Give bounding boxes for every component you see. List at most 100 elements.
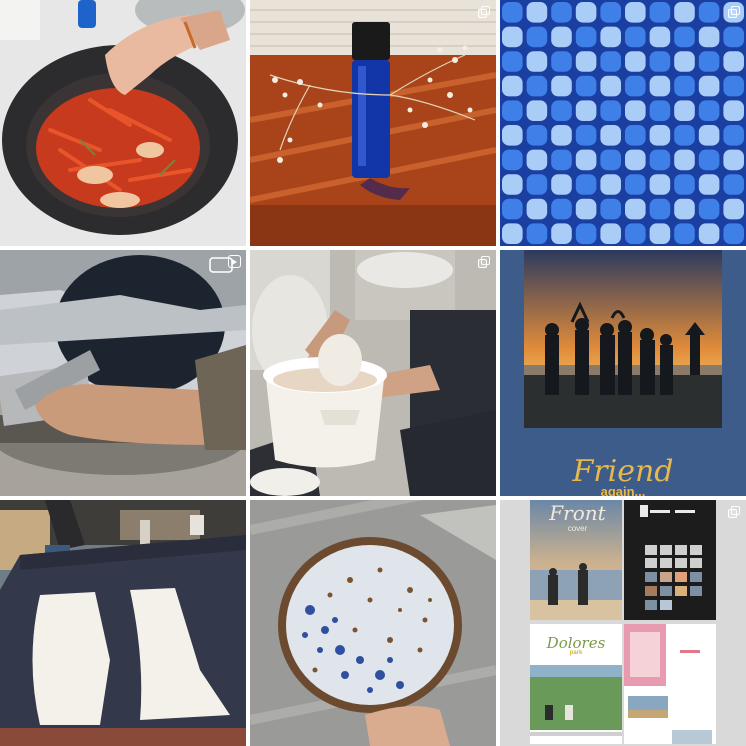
post-front-cover-layout[interactable]: Front cover Dolores park — [500, 500, 746, 746]
pattern-tile — [526, 2, 548, 23]
pattern-tile — [698, 223, 720, 244]
pattern-tile — [502, 75, 523, 97]
pattern-tile — [502, 198, 523, 220]
pattern-tile — [674, 174, 695, 195]
pattern-tile — [723, 223, 744, 244]
pattern-tile — [575, 2, 597, 23]
ceramic-plate-photo — [250, 500, 496, 746]
pattern-tile — [649, 100, 671, 121]
pattern-tile — [551, 149, 572, 171]
pattern-tile — [575, 223, 597, 244]
pattern-tile — [551, 223, 572, 244]
pattern-tile — [625, 149, 646, 171]
pattern-tile — [526, 198, 548, 220]
pattern-tile — [674, 75, 695, 97]
pattern-tile — [551, 174, 572, 195]
pattern-tile — [600, 223, 621, 244]
pattern-tile — [551, 125, 572, 146]
plaster-mold-photo — [250, 250, 496, 496]
pattern-tile — [526, 51, 548, 72]
carousel-icon — [478, 256, 490, 268]
post-kimchi[interactable] — [0, 0, 246, 246]
pattern-tile — [551, 100, 572, 121]
pattern-tile — [698, 2, 720, 23]
pattern-tile — [526, 100, 548, 121]
pattern-tile — [600, 26, 621, 48]
pattern-tile — [674, 149, 695, 171]
carousel-icon — [728, 6, 740, 18]
pattern-tile — [502, 174, 523, 195]
pattern-tile — [698, 198, 720, 220]
pattern-tile — [502, 100, 523, 121]
pattern-tile — [649, 198, 671, 220]
pattern-tile — [600, 75, 621, 97]
pattern-tile — [600, 174, 621, 195]
pattern-tile — [674, 100, 695, 121]
pattern-tile — [698, 75, 720, 97]
pattern-tile — [600, 149, 621, 171]
miter-saw-photo — [0, 250, 246, 496]
pattern-tile — [575, 198, 597, 220]
pattern-tile — [723, 149, 744, 171]
pattern-tile — [575, 75, 597, 97]
pattern-tile — [625, 100, 646, 121]
layout-front-subtitle: cover — [567, 524, 588, 533]
pattern-tile — [723, 100, 744, 121]
pattern-tile — [526, 75, 548, 97]
pattern-tile — [649, 2, 671, 23]
pattern-tile — [649, 174, 671, 195]
pattern-tile — [723, 26, 744, 48]
pattern-tile — [674, 26, 695, 48]
pattern-tile — [649, 51, 671, 72]
pattern-tile — [575, 26, 597, 48]
post-sewing-pattern[interactable] — [0, 500, 246, 746]
pattern-tile — [723, 75, 744, 97]
pattern-tile — [575, 100, 597, 121]
reel-icon — [228, 255, 241, 268]
layout-front-title: Front — [549, 501, 606, 525]
pattern-tile — [502, 125, 523, 146]
pattern-tile — [526, 125, 548, 146]
pattern-tile — [674, 2, 695, 23]
post-friend-again-poster[interactable]: Friend again... — [500, 250, 746, 496]
pattern-tile — [649, 75, 671, 97]
pattern-tile — [600, 100, 621, 121]
sewing-pattern-photo — [0, 500, 246, 746]
pattern-tile — [600, 198, 621, 220]
pattern-tile — [674, 198, 695, 220]
pattern-tile — [698, 149, 720, 171]
pattern-tile — [698, 174, 720, 195]
pattern-tile — [723, 198, 744, 220]
pattern-tile — [698, 100, 720, 121]
pattern-tile — [551, 51, 572, 72]
pattern-tile — [723, 51, 744, 72]
post-plaster-mold[interactable] — [250, 250, 496, 496]
post-miter-saw[interactable] — [0, 250, 246, 496]
pattern-tile — [625, 26, 646, 48]
pattern-tile — [600, 51, 621, 72]
pattern-tile — [674, 223, 695, 244]
pattern-tile — [600, 2, 621, 23]
layout-board-artwork — [500, 500, 746, 746]
pattern-tile — [551, 198, 572, 220]
pattern-tile — [625, 198, 646, 220]
pattern-tile — [625, 223, 646, 244]
pattern-tile — [502, 51, 523, 72]
post-perfume-bottle[interactable] — [250, 0, 496, 246]
post-ceramic-plate[interactable] — [250, 500, 496, 746]
pattern-tile — [625, 51, 646, 72]
post-grid: Friend again... Front cover Dolores park — [0, 0, 746, 746]
poster-subtitle: again... — [600, 484, 646, 496]
pattern-tile — [625, 174, 646, 195]
pattern-tile — [526, 223, 548, 244]
pattern-tile — [649, 125, 671, 146]
kimchi-photo — [0, 0, 246, 246]
post-blue-pattern[interactable] — [500, 0, 746, 246]
blue-pattern-artwork — [500, 0, 746, 246]
pattern-tile — [551, 75, 572, 97]
pattern-tile — [698, 51, 720, 72]
carousel-icon — [728, 506, 740, 518]
layout-dolores-subtitle: park — [569, 650, 583, 656]
pattern-tile — [526, 174, 548, 195]
pattern-tile — [649, 149, 671, 171]
